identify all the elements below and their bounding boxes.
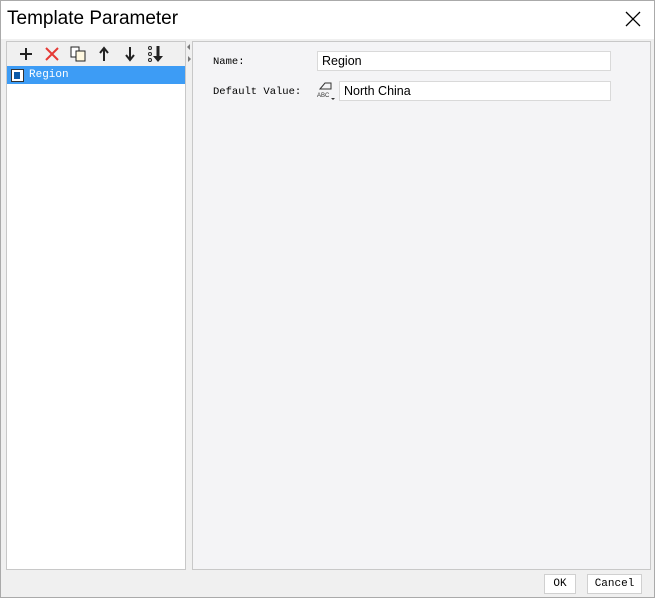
plus-icon (20, 48, 32, 60)
delete-icon (45, 47, 59, 61)
dialog: Template Parameter Region Name: Region D… (0, 0, 655, 598)
arrow-down-icon (125, 47, 135, 62)
copy-button[interactable] (65, 43, 91, 65)
arrow-up-icon (99, 46, 109, 61)
move-down-button[interactable] (117, 43, 143, 65)
move-bottom-icon (148, 46, 163, 62)
cancel-button[interactable]: Cancel (587, 574, 642, 594)
name-label: Name: (213, 56, 245, 68)
title-bar: Template Parameter (1, 1, 654, 39)
default-value-input[interactable]: North China (339, 81, 611, 101)
value-type-button[interactable]: ABC (316, 81, 336, 101)
close-button[interactable] (613, 1, 653, 37)
default-value-label: Default Value: (213, 86, 302, 98)
text-type-icon: ABC (317, 82, 335, 100)
ok-button[interactable]: OK (544, 574, 576, 594)
name-input[interactable]: Region (317, 51, 611, 71)
copy-icon (70, 46, 86, 62)
close-icon (625, 11, 641, 27)
dialog-title: Template Parameter (7, 8, 179, 29)
list-item[interactable]: Region (7, 66, 185, 84)
move-up-button[interactable] (91, 43, 117, 65)
parameter-list-panel: Region (6, 41, 186, 570)
move-bottom-button[interactable] (143, 43, 169, 65)
add-button[interactable] (13, 43, 39, 65)
list-item-label: Region (29, 69, 69, 81)
toolbar (7, 42, 185, 66)
parameter-icon (11, 68, 24, 82)
type-icon-text: ABC (317, 93, 330, 99)
parameter-list: Region (7, 66, 185, 569)
delete-button[interactable] (39, 43, 65, 65)
parameter-detail-panel: Name: Region Default Value: ABC North Ch… (192, 41, 651, 570)
